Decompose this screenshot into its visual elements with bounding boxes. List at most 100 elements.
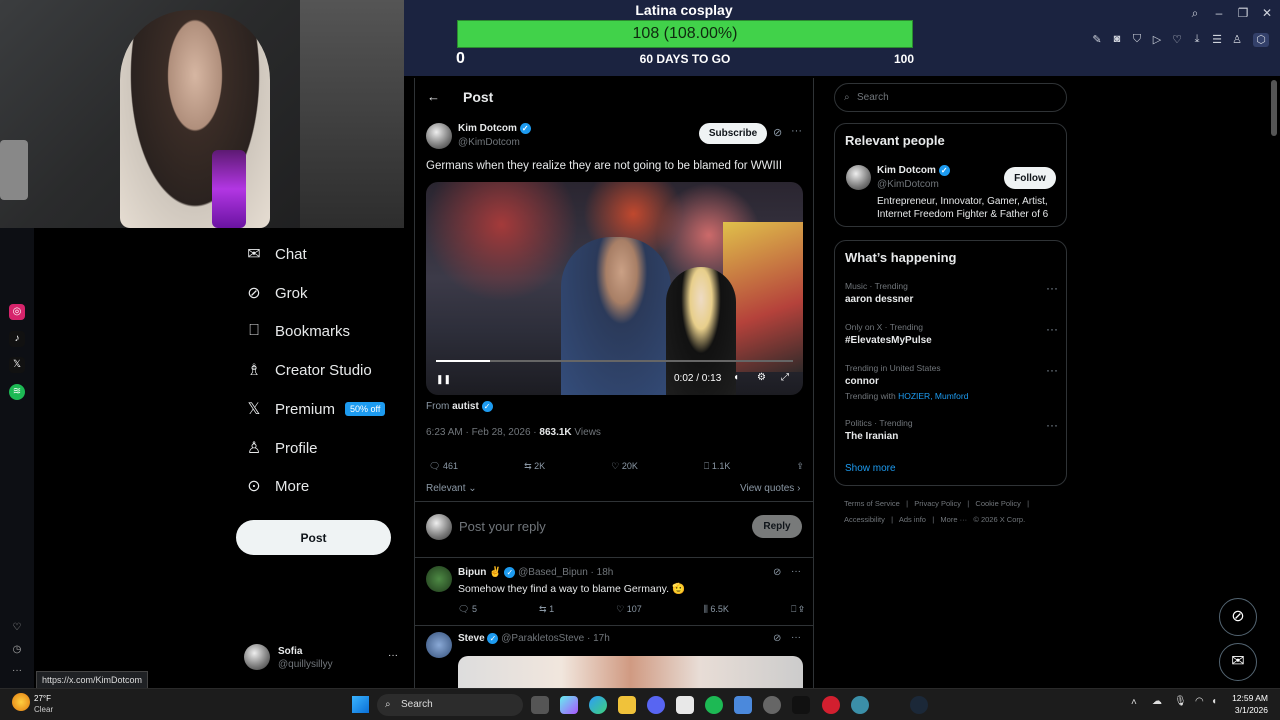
wifi-icon[interactable]: ◠ [1195,696,1204,707]
bookmark-icon[interactable]: ⎕ ⇪ [791,604,804,615]
repost-action[interactable]: ⇆ 2K [524,461,545,472]
extension-icon[interactable]: ⬡ [1253,33,1269,47]
more-icon[interactable]: ··· [791,632,801,643]
more-icon[interactable]: ··· [791,125,802,137]
opera-icon[interactable] [822,696,840,714]
clock-time[interactable]: 12:59 AM [1224,693,1268,703]
play-icon[interactable]: ▷ [1149,33,1165,47]
share-icon[interactable]: ⇪ [796,461,804,472]
search-icon[interactable]: ⌕ [1185,6,1205,21]
from-user[interactable]: autist [452,401,479,412]
history-icon[interactable]: ◷ [9,642,25,658]
globe-icon[interactable] [851,696,869,714]
nav-item-profile[interactable]: ♙ Profile [244,433,318,463]
video-player[interactable]: ❚❚ 0:02 / 0:13 ◖ ⚙ ⤢ [426,182,803,395]
reply-action[interactable]: 🗨 461 [429,461,458,472]
avatar[interactable] [846,165,871,190]
heart-icon[interactable]: ♡ [9,620,25,636]
start-icon[interactable] [352,696,369,713]
grok-fab-button[interactable]: ⊘ [1219,598,1257,636]
chevron-up-icon[interactable]: ˄ [1131,697,1137,708]
trend-item[interactable]: Only on X · Trending #ElevatesMyPulse ··… [835,318,1068,354]
trend-item[interactable]: Music · Trending aaron dessner ··· [835,277,1068,313]
fullscreen-icon[interactable]: ⤢ [781,372,789,383]
reply-image[interactable] [458,656,803,688]
footer-links-2[interactable]: Accessibility | Ads info | More ··· © 20… [844,515,1025,524]
account-more-icon[interactable]: ··· [388,650,398,661]
volume-icon[interactable]: ◖ [1211,696,1217,707]
like-action[interactable]: ♡ 20K [611,461,638,472]
scrollbar[interactable] [1271,80,1277,136]
tiktok-icon[interactable]: ♪ [9,331,25,347]
taskbar-search[interactable]: ⌕ Search [377,694,523,716]
camera-icon[interactable]: ◙ [1109,33,1125,47]
sort-dropdown[interactable]: Relevant ⌄ [426,483,477,494]
nav-item-creator-studio[interactable]: ♗ Creator Studio [244,355,372,385]
pause-icon[interactable]: ❚❚ [436,374,451,385]
author-avatar[interactable] [426,123,452,149]
nav-item-premium[interactable]: 𝕏 Premium 50% off [244,394,386,424]
settings-icon[interactable]: ⚙ [757,372,766,383]
spotify-icon[interactable]: ≋ [9,384,25,400]
view-quotes-link[interactable]: View quotes › [740,483,800,494]
more-icon[interactable]: ··· [1046,418,1058,432]
nav-item-bookmarks[interactable]: ⎕ Bookmarks [244,316,350,346]
store-icon[interactable] [676,696,694,714]
search-input[interactable]: ⌕ Search [834,83,1067,112]
views-action[interactable]: ⫼ 6.5K [704,604,729,615]
more-icon[interactable]: ··· [1046,322,1058,336]
follow-button[interactable]: Follow [1004,167,1056,189]
obs-icon[interactable] [763,696,781,714]
account-switcher[interactable]: Sofia @quillysillyy ··· [244,644,404,674]
trend-item[interactable]: Politics · Trending The Iranian ··· [835,414,1068,450]
clock-date[interactable]: 3/1/2026 [1224,705,1268,715]
volume-icon[interactable]: ◖ [733,372,739,383]
post-button[interactable]: Post [236,520,391,555]
tiktok-icon[interactable] [792,696,810,714]
more-icon[interactable]: ··· [9,663,25,679]
video-progress-bar[interactable] [436,360,793,362]
heart-icon[interactable]: ♡ [1169,33,1185,47]
reply-item[interactable]: Bipun ✌ ✓ @Based_Bipun · 18h ⊘ ··· Someh… [415,558,813,625]
author-name-row[interactable]: Kim Dotcom ✓ [458,123,531,134]
show-more-link[interactable]: Show more [845,463,896,474]
microphone-icon[interactable]: 🎙 [1174,696,1187,707]
grok-icon[interactable]: ⊘ [773,633,781,644]
minimize-icon[interactable]: – [1209,6,1229,20]
download-icon[interactable]: ⤓ [1189,33,1205,47]
file-explorer-icon[interactable] [618,696,636,714]
spotify-icon[interactable] [705,696,723,714]
more-icon[interactable]: ··· [1046,281,1058,295]
grok-icon[interactable]: ⊘ [773,126,782,139]
trend-sub-links[interactable]: HOZIER, Mumford [898,391,968,401]
like-action[interactable]: ♡ 107 [616,604,642,615]
more-icon[interactable]: ··· [791,566,801,577]
menu-icon[interactable]: ☰ [1209,33,1225,47]
subscribe-button[interactable]: Subscribe [699,123,767,144]
nav-item-grok[interactable]: ⊘ Grok [244,278,307,308]
shield-icon[interactable]: ⛉ [1129,33,1145,47]
task-view-icon[interactable] [531,696,549,714]
reply-item[interactable]: Steve ✓ @ParakletosSteve · 17h ⊘ ··· [415,626,813,688]
grok-icon[interactable]: ⊘ [773,567,781,578]
reply-action[interactable]: 🗨 5 [458,604,477,615]
copilot-icon[interactable] [560,696,578,714]
bookmark-action[interactable]: ⎕ 1.1K [704,461,730,472]
more-icon[interactable]: ··· [1046,363,1058,377]
x-logo-icon[interactable]: 𝕏 [9,357,25,373]
reply-button[interactable]: Reply [752,515,802,538]
cloud-icon[interactable]: ☁ [1152,696,1162,707]
footer-links-1[interactable]: Terms of Service | Privacy Policy | Cook… [844,499,1029,508]
account-icon[interactable]: ♙ [1229,33,1245,47]
reply-input[interactable]: Post your reply [459,519,546,534]
back-arrow-icon[interactable]: ← [427,89,440,104]
trend-item[interactable]: Trending in United States connor Trendin… [835,359,1068,403]
steam-icon[interactable] [910,696,928,714]
close-icon[interactable]: ✕ [1257,6,1277,20]
edit-icon[interactable]: ✎ [1089,33,1105,47]
restore-icon[interactable]: ❐ [1233,6,1253,20]
messages-fab-button[interactable]: ✉ [1219,643,1257,681]
nav-item-chat[interactable]: ✉ Chat [244,239,306,269]
edge-icon[interactable] [589,696,607,714]
nav-item-more[interactable]: ⊙ More [244,471,309,501]
